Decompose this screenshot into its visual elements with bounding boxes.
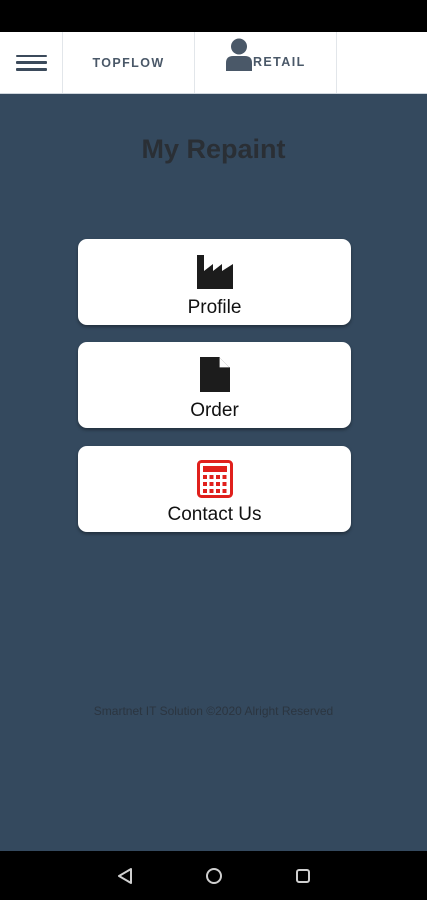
top-navigation-bar: TOPFLOW RETAIL — [0, 32, 427, 94]
menu-cell — [0, 32, 63, 93]
home-icon[interactable] — [202, 864, 226, 888]
tab-retail[interactable]: RETAIL — [195, 32, 337, 93]
contact-us-label: Contact Us — [167, 504, 262, 525]
status-bar — [0, 0, 427, 32]
tab-topflow[interactable]: TOPFLOW — [63, 32, 195, 93]
back-icon[interactable] — [113, 864, 137, 888]
contact-us-card[interactable]: Contact Us — [78, 446, 351, 532]
calculator-icon — [196, 460, 233, 498]
user-icon — [226, 38, 252, 71]
profile-card[interactable]: Profile — [78, 239, 351, 325]
order-card[interactable]: Order — [78, 342, 351, 428]
tab-topflow-label: TOPFLOW — [92, 55, 165, 70]
page-title: My Repaint — [141, 134, 286, 164]
order-label: Order — [190, 400, 239, 421]
main-content: My Repaint Profile Order Contact Us Smar… — [0, 94, 427, 851]
footer-copyright: Smartnet IT Solution ©2020 Alright Reser… — [93, 704, 334, 718]
document-icon — [199, 357, 230, 392]
profile-label: Profile — [187, 297, 242, 318]
tab-retail-label: RETAIL — [253, 55, 306, 69]
hamburger-menu-icon[interactable] — [15, 54, 47, 71]
nav-empty-cell — [337, 32, 427, 93]
system-navigation-bar — [0, 851, 427, 900]
recents-icon[interactable] — [291, 864, 315, 888]
factory-icon — [196, 255, 233, 289]
